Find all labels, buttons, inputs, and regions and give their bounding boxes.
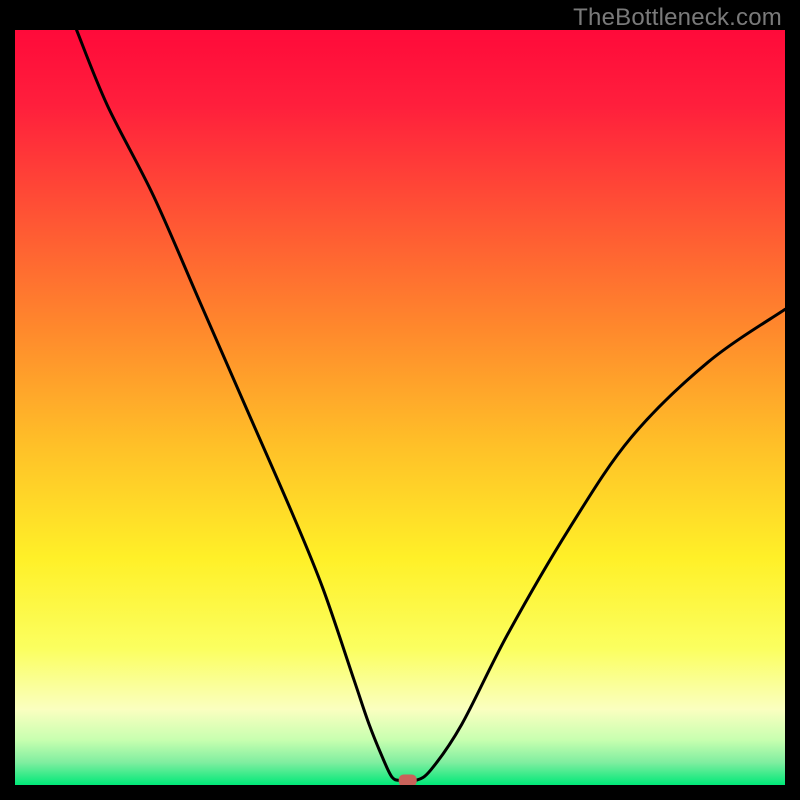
- attribution-text: TheBottleneck.com: [573, 4, 782, 32]
- minimum-marker: [399, 774, 417, 785]
- chart-frame: [15, 30, 785, 785]
- bottleneck-chart: [15, 30, 785, 785]
- gradient-background: [15, 30, 785, 785]
- chart-container: TheBottleneck.com: [0, 0, 800, 800]
